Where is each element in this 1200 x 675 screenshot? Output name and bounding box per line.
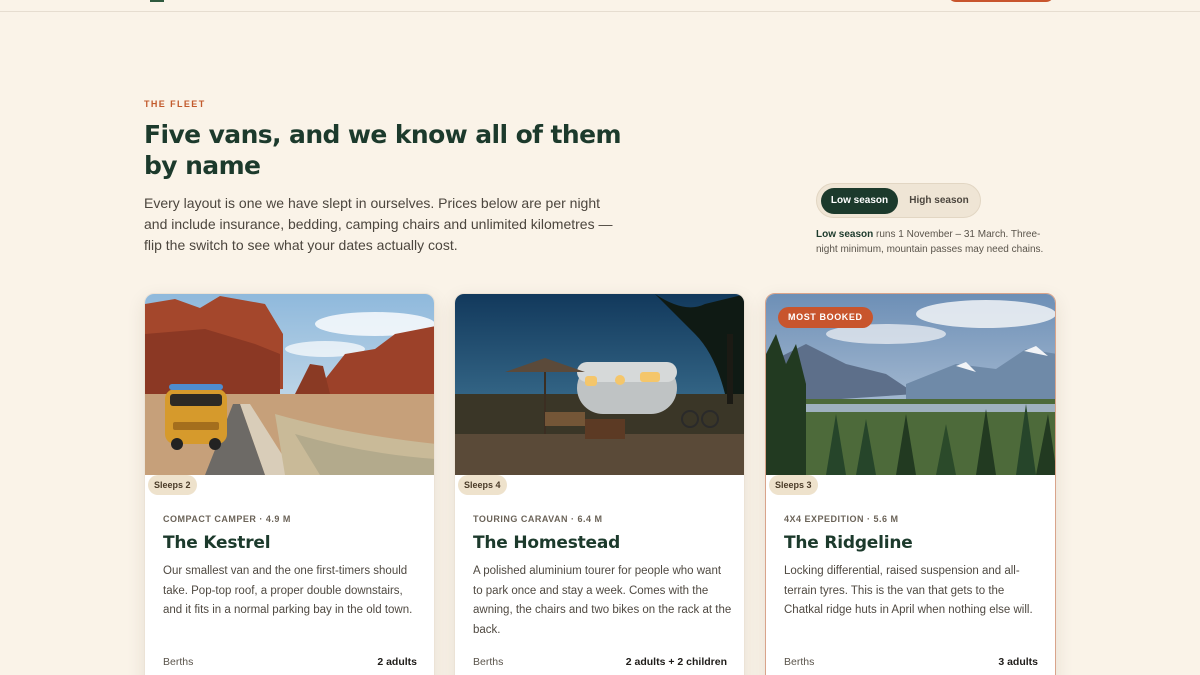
season-toggle[interactable]: Low season High season: [816, 183, 981, 218]
section-intro: Every layout is one we have slept in our…: [144, 195, 613, 253]
top-nav-bar: [0, 0, 1200, 12]
sleeps-badge: Sleeps 3: [769, 475, 818, 495]
van-card-ridgeline[interactable]: MOST BOOKED Sleeps 3 4X4 EXPEDITION · 5.…: [765, 293, 1056, 675]
van-card-kestrel[interactable]: Sleeps 2 COMPACT CAMPER · 4.9 M The Kest…: [144, 293, 435, 675]
berths-label: Berths: [163, 656, 194, 668]
berths-value: 2 adults + 2 children: [625, 656, 727, 668]
season-note-strong: Low season: [816, 229, 874, 240]
low-season-option[interactable]: Low season: [821, 188, 898, 214]
van-category: TOURING CARAVAN · 6.4 M: [473, 514, 603, 524]
van-description: Locking differential, raised suspension …: [784, 565, 1033, 616]
van-category: COMPACT CAMPER · 4.9 M: [163, 514, 291, 524]
van-name[interactable]: The Ridgeline: [784, 533, 913, 553]
book-button[interactable]: [948, 0, 1054, 2]
van-name[interactable]: The Homestead: [473, 533, 620, 553]
van-card-homestead[interactable]: Sleeps 4 TOURING CARAVAN · 6.4 M The Hom…: [454, 293, 745, 675]
sleeps-badge: Sleeps 2: [148, 475, 197, 495]
van-category: 4X4 EXPEDITION · 5.6 M: [784, 514, 899, 524]
most-booked-badge: MOST BOOKED: [778, 307, 873, 328]
van-description: Our smallest van and the one first-timer…: [163, 565, 413, 616]
section-eyebrow: THE FLEET: [144, 99, 206, 109]
airstream-campsite-photo: [455, 294, 744, 475]
section-title: Five vans, and we know all of them by na…: [144, 120, 621, 180]
high-season-option[interactable]: High season: [900, 188, 978, 214]
sleeps-badge: Sleeps 4: [458, 475, 507, 495]
season-note: Low season runs 1 November – 31 March. T…: [816, 227, 1061, 257]
logo[interactable]: [150, 0, 164, 2]
berths-label: Berths: [784, 656, 815, 668]
van-name[interactable]: The Kestrel: [163, 533, 271, 553]
berths-label: Berths: [473, 656, 504, 668]
van-description: A polished aluminium tourer for people w…: [473, 565, 732, 636]
berths-value: 3 adults: [998, 656, 1038, 668]
desert-road-van-photo: [145, 294, 434, 475]
berths-value: 2 adults: [377, 656, 417, 668]
